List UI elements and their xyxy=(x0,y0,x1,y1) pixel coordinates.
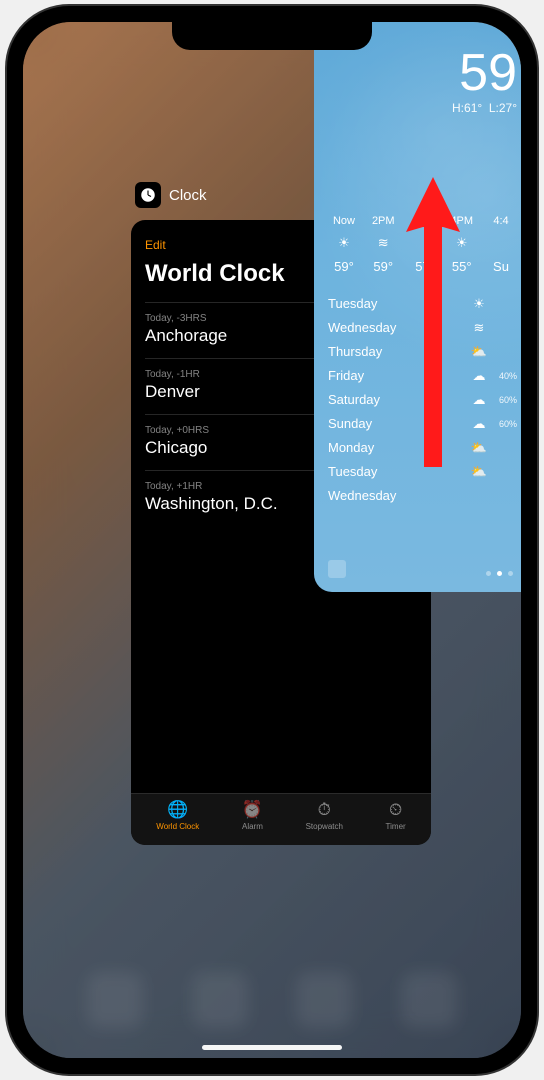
cloud-icon: ☁ xyxy=(467,392,491,408)
globe-icon: 🌐 xyxy=(167,800,188,820)
daily-row: Tuesday☀ xyxy=(328,292,517,316)
wind-icon: ≋ xyxy=(467,320,491,336)
daily-row: Wednesday xyxy=(328,484,517,508)
hourly-col: 4PM ☀ 55° xyxy=(446,215,478,274)
page-dot xyxy=(486,571,491,576)
phone-frame: Clock Edit World Clock Today, -3HRS Anch… xyxy=(7,6,537,1074)
partly-cloudy-icon: ⛅ xyxy=(467,440,491,456)
partly-cloudy-icon: ⛅ xyxy=(467,464,491,480)
dock-blur xyxy=(23,972,521,1028)
weather-channel-icon xyxy=(328,560,346,578)
clock-card-title: Clock xyxy=(169,187,207,204)
clock-tab-bar: 🌐 World Clock ⏰ Alarm ⏱ Stopwatch ⏲ Time… xyxy=(131,793,431,845)
phone-screen[interactable]: Clock Edit World Clock Today, -3HRS Anch… xyxy=(23,22,521,1058)
cloud-icon: ☁ xyxy=(467,368,491,384)
tab-label: Timer xyxy=(386,822,406,831)
daily-row: Monday⛅ xyxy=(328,436,517,460)
weather-hourly[interactable]: Now ☀ 59° 2PM ≋ 59° 3P 57 4PM ☀ 55° xyxy=(328,215,517,274)
tab-stopwatch[interactable]: ⏱ Stopwatch xyxy=(306,800,343,845)
hourly-col: 2PM ≋ 59° xyxy=(367,215,399,274)
clock-offset: Today, +0HRS xyxy=(145,425,209,436)
timer-icon: ⏲ xyxy=(389,800,402,820)
page-dot xyxy=(508,571,513,576)
tab-timer[interactable]: ⏲ Timer xyxy=(386,800,406,845)
daily-row: Friday☁40% xyxy=(328,364,517,388)
partly-cloudy-icon: ⛅ xyxy=(467,344,491,360)
tab-world-clock[interactable]: 🌐 World Clock xyxy=(156,800,199,845)
home-indicator[interactable] xyxy=(202,1045,342,1050)
sun-icon: ☀ xyxy=(467,296,491,312)
tab-alarm[interactable]: ⏰ Alarm xyxy=(242,800,263,845)
sun-icon: ☀ xyxy=(456,235,468,251)
daily-row: Thursday⛅ xyxy=(328,340,517,364)
stopwatch-icon: ⏱ xyxy=(318,800,331,820)
weather-current-temp: 59 xyxy=(328,50,517,97)
weather-lo: L:27° xyxy=(489,101,517,115)
tab-label: Alarm xyxy=(242,822,263,831)
tab-label: World Clock xyxy=(156,822,199,831)
daily-row: Tuesday⛅ xyxy=(328,460,517,484)
clock-offset: Today, -3HRS xyxy=(145,313,227,324)
clock-app-icon xyxy=(135,182,161,208)
clock-city: Anchorage xyxy=(145,326,227,346)
clock-city: Denver xyxy=(145,382,200,402)
daily-row: Saturday☁60% xyxy=(328,388,517,412)
tab-label: Stopwatch xyxy=(306,822,343,831)
clock-offset: Today, -1HR xyxy=(145,369,200,380)
page-dot xyxy=(497,571,502,576)
hourly-col: Now ☀ 59° xyxy=(328,215,360,274)
app-switcher-card-weather[interactable]: 59 H:61° L:27° Now ☀ 59° 2PM ≋ 59° 3P xyxy=(314,22,521,592)
weather-hi-lo: H:61° L:27° xyxy=(328,101,517,115)
daily-row: Wednesday≋ xyxy=(328,316,517,340)
hourly-col: 3P 57 xyxy=(407,215,439,274)
cloud-icon: ☁ xyxy=(467,416,491,432)
clock-city: Chicago xyxy=(145,438,209,458)
alarm-icon: ⏰ xyxy=(242,800,263,820)
page-indicator[interactable] xyxy=(486,571,513,576)
clock-offset: Today, +1HR xyxy=(145,481,278,492)
sun-icon: ☀ xyxy=(338,235,350,251)
clock-city: Washington, D.C. xyxy=(145,494,278,514)
daily-row: Sunday☁60% xyxy=(328,412,517,436)
hourly-col: 4:4 Su xyxy=(485,215,517,274)
wind-icon: ≋ xyxy=(378,235,389,251)
weather-hi: H:61° xyxy=(452,101,482,115)
weather-daily[interactable]: Tuesday☀ Wednesday≋ Thursday⛅ Friday☁40%… xyxy=(328,292,517,508)
notch xyxy=(172,22,372,50)
